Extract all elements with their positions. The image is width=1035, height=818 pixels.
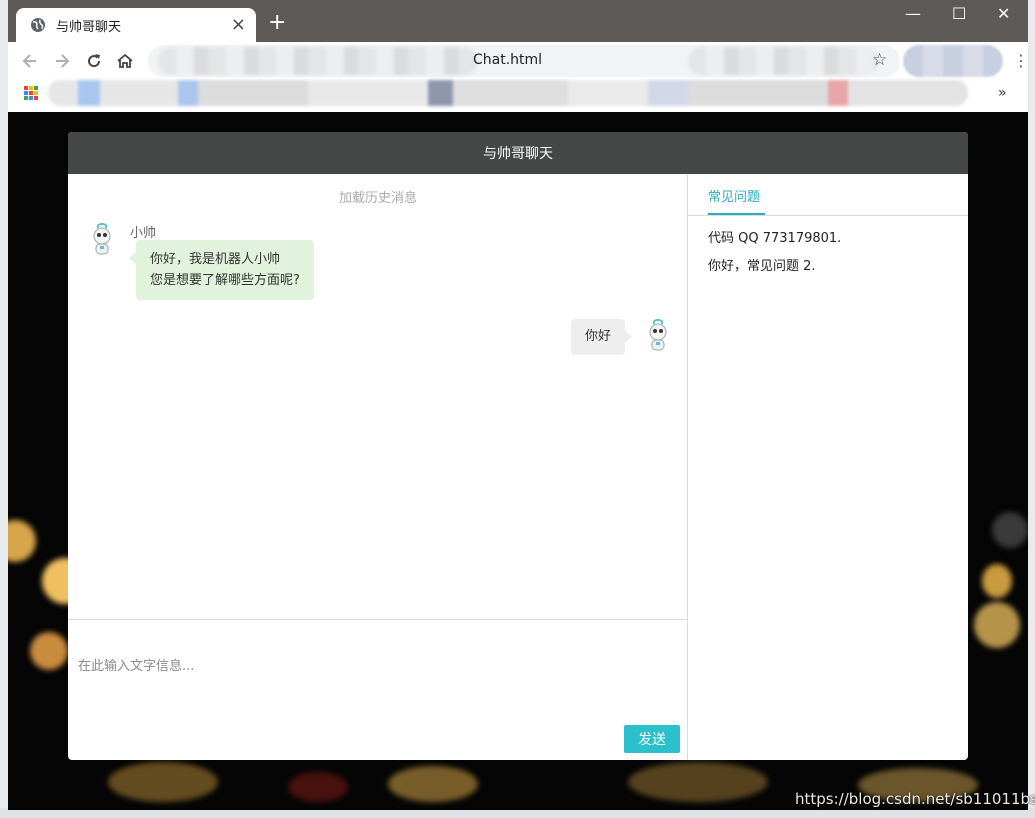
faq-item[interactable]: 代码 QQ 773179801. (708, 227, 841, 246)
bot-message-bubble: 你好，我是机器人小帅 您是想要了解哪些方面呢? (129, 240, 314, 300)
faq-pane: 常见问题 代码 QQ 773179801. 你好，常见问题 2. (688, 174, 968, 760)
message-line: 您是想要了解哪些方面呢? (150, 273, 300, 288)
redacted-bookmarks (48, 80, 968, 106)
bokeh-light (288, 772, 348, 802)
maximize-button[interactable]: ☐ (952, 6, 966, 22)
chat-title: 与帅哥聊天 (483, 146, 553, 162)
minimize-button[interactable]: — (905, 6, 921, 22)
faq-tabbar: 常见问题 (688, 174, 968, 216)
background-page-left (0, 0, 8, 818)
tab-strip: 与帅哥聊天 × + — ☐ ✕ (8, 0, 1028, 42)
bokeh-light (108, 762, 218, 802)
back-icon[interactable] (20, 51, 40, 71)
home-icon[interactable] (115, 51, 135, 71)
bokeh-light (388, 766, 478, 802)
bookmarks-bar: » (8, 80, 1028, 112)
message-input[interactable] (78, 652, 668, 680)
browser-tab[interactable]: 与帅哥聊天 × (16, 8, 256, 42)
message-text: 你好 (584, 329, 611, 344)
robot-avatar-icon (93, 223, 111, 255)
robot-avatar-icon (649, 319, 667, 351)
reload-icon[interactable] (84, 51, 104, 71)
apps-icon[interactable] (24, 86, 38, 100)
message-line: 你好，我是机器人小帅 (150, 252, 281, 267)
sender-name: 小帅 (130, 226, 157, 241)
forward-icon[interactable] (52, 51, 72, 71)
new-tab-button[interactable]: + (268, 12, 286, 34)
bokeh-light (30, 632, 68, 670)
background-page-right (1027, 0, 1035, 818)
close-icon[interactable]: × (231, 16, 246, 34)
chat-window: 与帅哥聊天 加载历史消息 小帅 你好，我是机器人小帅 您是想要了解哪些方面呢? (68, 132, 968, 760)
browser-toolbar: Chat.html ☆ ⋮ (8, 42, 1028, 80)
tab-active-indicator (708, 213, 765, 215)
chat-header: 与帅哥聊天 (68, 132, 968, 174)
page-background: 与帅哥聊天 加载历史消息 小帅 你好，我是机器人小帅 您是想要了解哪些方面呢? (8, 112, 1028, 810)
redacted-url-part (688, 47, 878, 75)
faq-item[interactable]: 你好，常见问题 2. (708, 255, 816, 274)
bokeh-light (974, 602, 1020, 648)
star-icon[interactable]: ☆ (872, 50, 887, 70)
message-pane: 加载历史消息 小帅 你好，我是机器人小帅 您是想要了解哪些方面呢? 你好 在此输… (68, 174, 688, 760)
menu-icon[interactable]: ⋮ (1013, 51, 1028, 70)
close-window-button[interactable]: ✕ (997, 6, 1010, 22)
tab-faq[interactable]: 常见问题 (708, 186, 760, 205)
load-history-link[interactable]: 加载历史消息 (68, 187, 688, 206)
bookmarks-more-icon[interactable]: » (998, 85, 1007, 101)
bokeh-light (8, 520, 36, 562)
profile-button[interactable] (903, 45, 1003, 77)
bokeh-light (982, 564, 1012, 598)
send-button[interactable]: 发送 (624, 725, 680, 753)
redacted-url-part (158, 47, 478, 75)
bokeh-light (628, 762, 768, 802)
tab-title: 与帅哥聊天 (56, 19, 122, 35)
globe-icon (31, 18, 45, 32)
user-message-bubble: 你好 (570, 319, 633, 355)
bokeh-light (992, 512, 1028, 548)
composer: 发送 (68, 619, 688, 760)
url-text: Chat.html (473, 52, 543, 68)
watermark: https://blog.csdn.net/sb11011bs (795, 790, 1035, 808)
browser-window: 与帅哥聊天 × + — ☐ ✕ Chat.html ☆ ⋮ » 与帅哥聊天 加载… (8, 0, 1028, 810)
